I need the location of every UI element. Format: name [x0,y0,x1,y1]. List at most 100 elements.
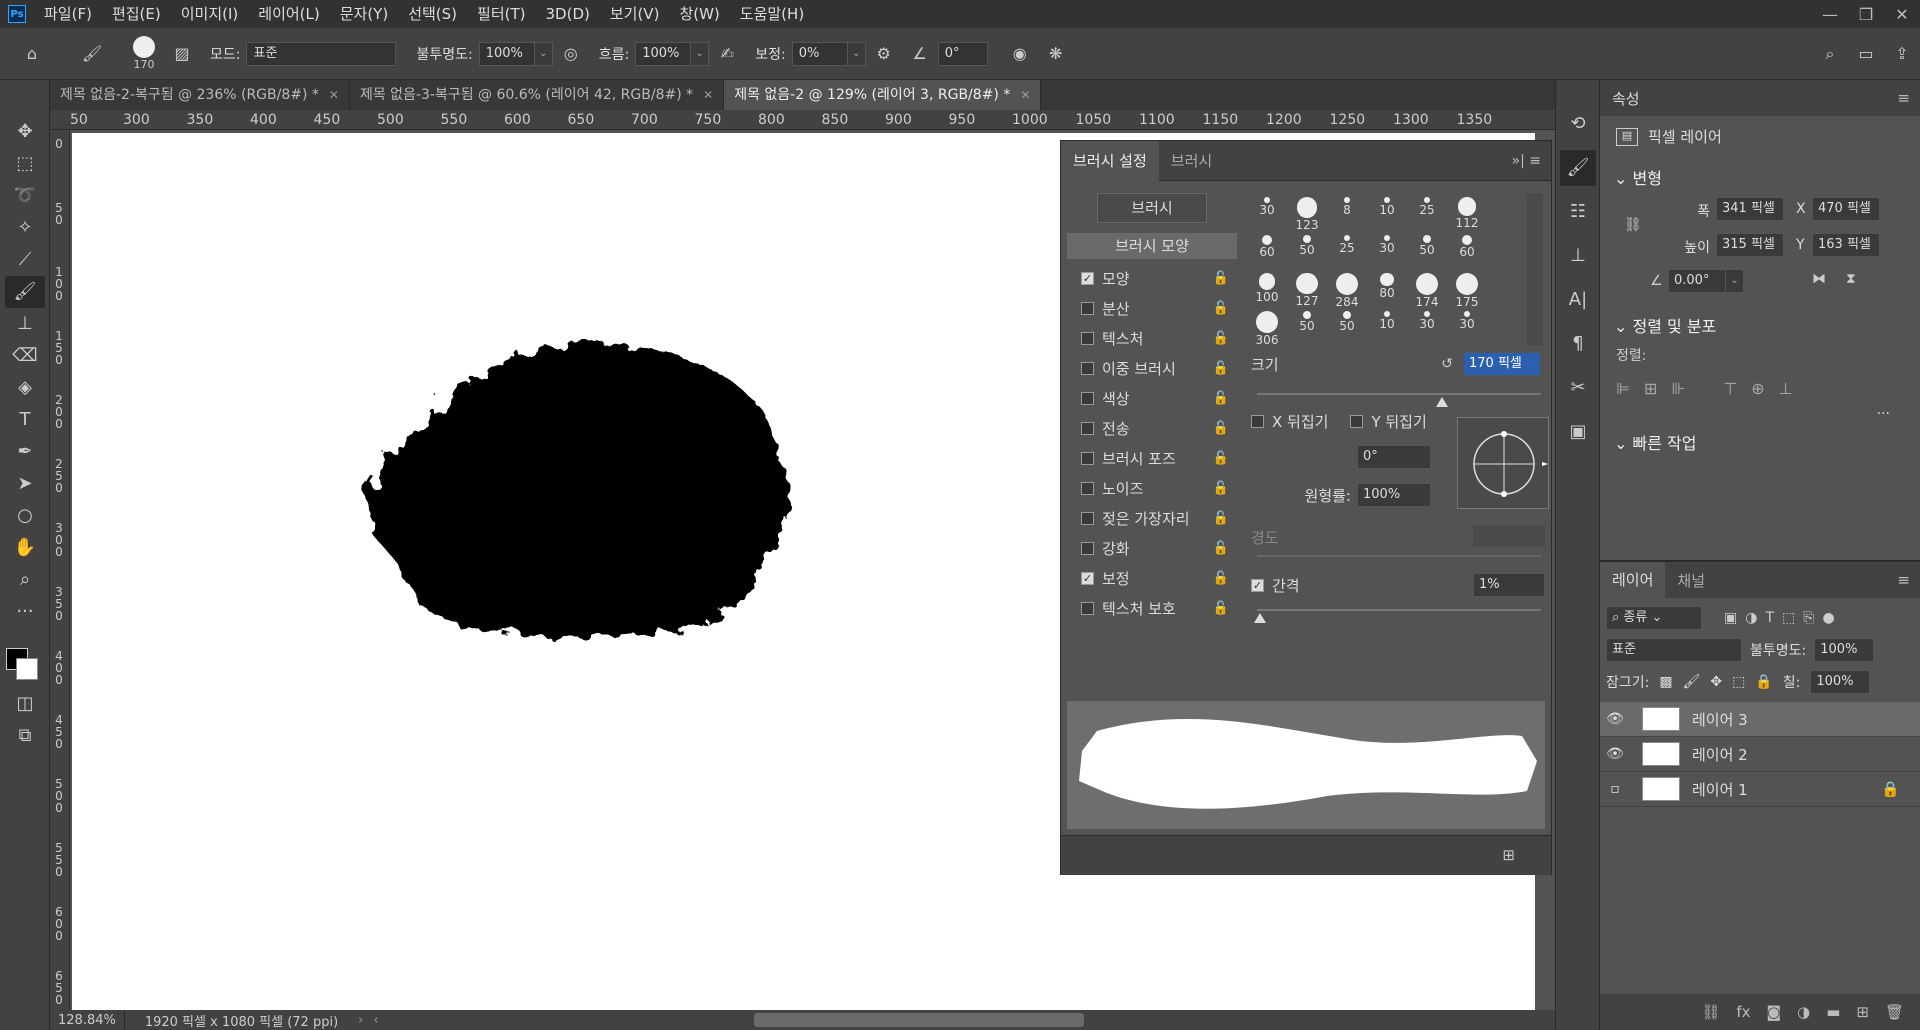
hardness-input[interactable] [1473,525,1545,547]
flip-horizontal-icon[interactable]: ⧓ [1812,271,1826,287]
libraries-icon[interactable]: ▣ [1560,414,1596,450]
eye-icon[interactable]: 👁 [1600,711,1630,727]
menu-help[interactable]: 도움말(H) [730,0,814,28]
new-layer-icon[interactable]: ⊞ [1856,1003,1869,1021]
brush-preset-icon[interactable]: 🖌 [80,42,104,66]
brush-option-checkbox[interactable]: ✓ [1081,571,1094,585]
menu-window[interactable]: 창(W) [669,0,729,28]
lock-icon[interactable]: 🔓 [1213,481,1229,496]
close-tab-icon[interactable]: ✕ [703,88,713,102]
screen-mode-icon[interactable]: ⧉ [5,720,45,752]
brush-option-row[interactable]: 이중 브러시 🔓 [1067,353,1237,383]
brush-tip-preset[interactable]: 60 [1247,231,1287,271]
brush-option-checkbox[interactable] [1081,391,1094,405]
tab-brush-settings[interactable]: 브러시 설정 [1061,140,1159,181]
align-top-icon[interactable]: ⊤ [1723,379,1737,398]
adjustments-icon[interactable]: ☷ [1560,194,1596,230]
tab-brushes[interactable]: 브러시 [1159,141,1224,181]
brush-tip-preset[interactable]: 50 [1327,307,1367,347]
workspace-icon[interactable]: ▭ [1854,42,1878,66]
opacity-dropdown[interactable]: ⌄ [534,41,553,66]
menu-type[interactable]: 문자(Y) [330,0,398,28]
flip-y-checkbox[interactable] [1350,415,1364,428]
brush-option-checkbox[interactable] [1081,301,1094,315]
brush-option-checkbox[interactable]: ✓ [1081,271,1094,285]
lock-icon[interactable]: 🔓 [1213,571,1229,586]
minimize-icon[interactable]: — [1812,5,1848,24]
brush-tip-preset[interactable]: 25 [1407,193,1447,233]
menu-filter[interactable]: 필터(T) [467,0,535,28]
link-icon[interactable]: ⛓ [1624,217,1642,233]
layer-row[interactable]: ▫ 레이어 1 🔒 [1600,772,1920,807]
lock-transparency-icon[interactable]: ▩ [1659,674,1672,690]
lock-icon[interactable]: 🔓 [1213,451,1229,466]
pressure-size-icon[interactable]: ◉ [1008,42,1032,66]
brush-tip-preset[interactable]: 123 [1287,193,1327,233]
brush-option-row[interactable]: 강화 🔓 [1067,533,1237,563]
layer-filter-select[interactable]: ⌕ 종류 ⌄ [1606,606,1702,630]
flow-dropdown[interactable]: ⌄ [691,41,710,66]
brush-option-row[interactable]: ✓ 모양 🔓 [1067,263,1237,293]
brush-tip-preset[interactable]: 50 [1287,231,1327,271]
eyedropper-tool-icon[interactable]: ⟋ [5,244,45,276]
properties-menu-icon[interactable]: ≡ [1897,89,1910,107]
mode-select[interactable]: 표준 [246,41,397,66]
color-swatches[interactable] [0,628,49,688]
brush-option-row[interactable]: 분산 🔓 [1067,293,1237,323]
menu-3d[interactable]: 3D(D) [536,0,600,28]
new-group-icon[interactable]: ▬ [1826,1003,1840,1021]
tab-channels[interactable]: 채널 [1665,570,1717,591]
transform-header[interactable]: ⌄ 변형 [1600,157,1920,197]
move-tool-icon[interactable]: ✥ [5,116,45,148]
roundness-input[interactable]: 100% [1357,483,1431,507]
stamp-tool-icon[interactable]: ⊥ [5,308,45,340]
zoom-level[interactable]: 128.84% [50,1013,124,1028]
paragraph-icon[interactable]: ¶ [1560,326,1596,362]
close-tab-icon[interactable]: ✕ [1020,88,1030,102]
brush-option-row[interactable]: 색상 🔓 [1067,383,1237,413]
rotate-input[interactable]: 0.00° [1668,269,1726,293]
lock-icon[interactable]: 🔓 [1213,421,1229,436]
brush-tool-icon[interactable]: 🖌 [5,276,45,308]
path-select-tool-icon[interactable]: ➤ [5,468,45,500]
brush-tip-preset[interactable]: 100 [1247,269,1287,309]
spacing-checkbox[interactable]: ✓ [1251,579,1264,592]
menu-file[interactable]: 파일(F) [34,0,102,28]
align-center-h-icon[interactable]: ⊞ [1644,379,1657,398]
brush-tip-preset[interactable]: 127 [1287,269,1327,309]
brush-tip-preset[interactable]: 284 [1327,269,1367,309]
panel-menu-icon[interactable]: »| ≡ [1512,153,1541,169]
layer-opacity-input[interactable]: 100% [1814,638,1875,662]
brush-tip-preset[interactable]: 30 [1407,307,1447,347]
layers-menu-icon[interactable]: ≡ [1897,571,1910,589]
smoothing-dropdown[interactable]: ⌄ [847,41,866,66]
tip-grid-scrollbar[interactable] [1527,193,1543,345]
marquee-tool-icon[interactable]: ⬚ [5,148,45,180]
filter-toggle-icon[interactable]: ● [1822,610,1834,626]
size-input[interactable]: 170 픽셀 [1463,352,1541,376]
smoothing-input[interactable]: 0% [791,41,848,66]
pen-tool-icon[interactable]: ✒ [5,436,45,468]
pressure-opacity-icon[interactable]: ◎ [559,42,583,66]
paint-bucket-tool-icon[interactable]: ◈ [5,372,45,404]
filter-shape-icon[interactable]: ⬚ [1782,610,1795,626]
rotate-dropdown[interactable]: ⌄ [1726,269,1744,293]
brush-option-row[interactable]: 전송 🔓 [1067,413,1237,443]
zoom-tool-icon[interactable]: ⌕ [5,564,45,596]
filter-type-icon[interactable]: T [1765,610,1774,626]
brush-option-checkbox[interactable] [1081,421,1094,435]
flip-vertical-icon[interactable]: ⧗ [1846,271,1856,287]
search-icon[interactable]: ⌕ [1818,42,1842,66]
angle-input[interactable]: 0° [937,41,988,66]
quick-mask-icon[interactable]: ◫ [5,688,45,720]
brush-tip-preset[interactable]: 10 [1367,193,1407,233]
layer-row[interactable]: 👁 레이어 2 [1600,737,1920,772]
height-input[interactable]: 315 픽셀 [1716,233,1784,257]
new-brush-icon[interactable]: ⊞ [1502,846,1515,864]
flip-x-checkbox[interactable] [1251,415,1264,428]
eye-icon[interactable]: 👁 [1600,746,1630,762]
delete-layer-icon[interactable]: 🗑 [1885,1003,1904,1021]
doc-tab[interactable]: 제목 없음-2-복구됨 @ 236% (RGB/8#) * ✕ [50,80,350,110]
flow-input[interactable]: 100% [635,41,692,66]
brush-tip-preset[interactable]: 174 [1407,269,1447,309]
